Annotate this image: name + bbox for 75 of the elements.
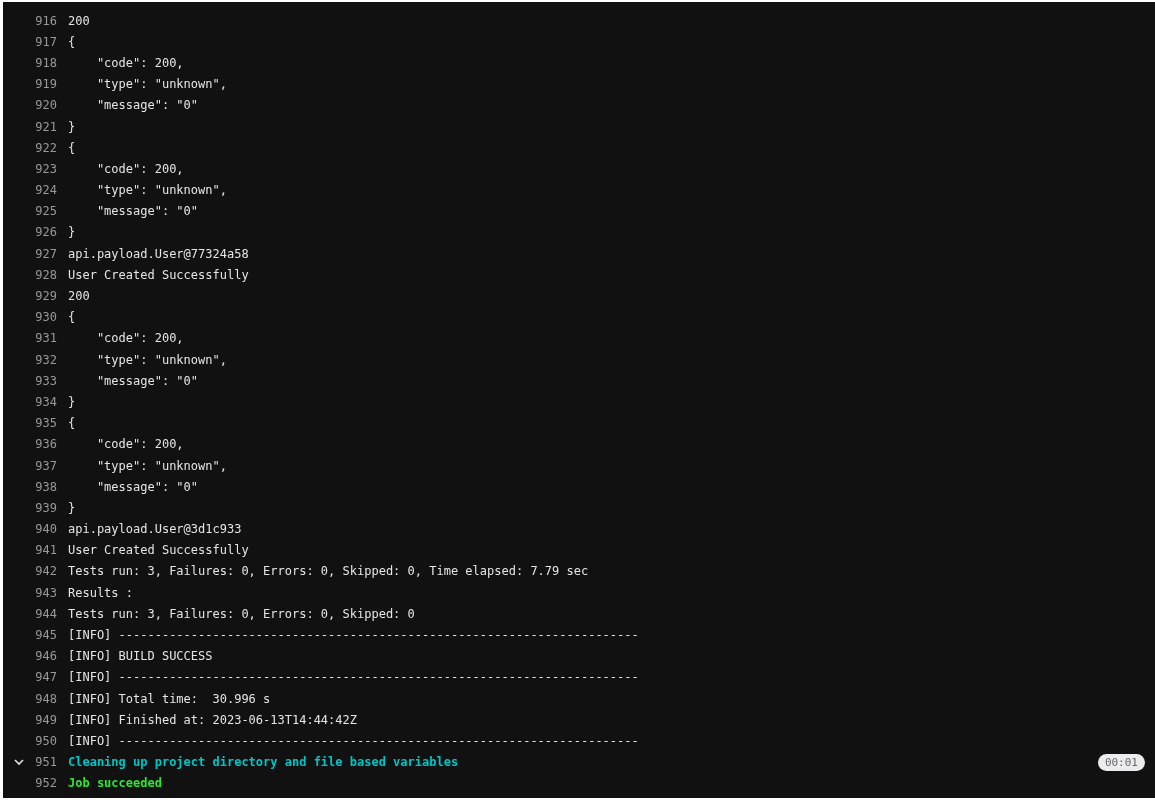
- log-text: Tests run: 3, Failures: 0, Errors: 0, Skipped: 0: [68, 606, 415, 621]
- log-text: "type": "unknown",: [95, 352, 227, 367]
- log-text: }: [68, 394, 76, 409]
- line-number[interactable]: 935: [25, 416, 57, 431]
- line-number[interactable]: 937: [25, 458, 57, 473]
- line-number[interactable]: 943: [25, 585, 57, 600]
- line-number[interactable]: 921: [25, 119, 57, 134]
- log-text: 200: [68, 13, 90, 28]
- log-text: "code": 200,: [95, 331, 184, 346]
- log-text: {: [68, 416, 76, 431]
- log-text: {: [68, 140, 76, 155]
- log-text: [INFO] ------------------------------------------------------------------------: [68, 733, 639, 748]
- log-text: "message": "0": [95, 204, 199, 219]
- log-text: "message": "0": [95, 98, 199, 113]
- line-number[interactable]: 938: [25, 479, 57, 494]
- log-text: [INFO] Total time: 30.996 s: [68, 691, 271, 706]
- log-text: Job succeeded: [68, 776, 162, 791]
- line-number[interactable]: 952: [25, 776, 57, 791]
- line-number[interactable]: 930: [25, 310, 57, 325]
- log-text: User Created Successfully: [68, 267, 249, 282]
- line-number[interactable]: 939: [25, 500, 57, 515]
- line-number[interactable]: 926: [25, 225, 57, 240]
- log-text: [INFO] BUILD SUCCESS: [68, 649, 213, 664]
- log-text: }: [68, 225, 76, 240]
- line-number[interactable]: 936: [25, 437, 57, 452]
- line-number[interactable]: 931: [25, 331, 57, 346]
- line-number[interactable]: 942: [25, 564, 57, 579]
- log-text: }: [68, 500, 76, 515]
- log-text: Cleaning up project directory and file based variables: [68, 755, 459, 770]
- line-number[interactable]: 916: [25, 13, 57, 28]
- line-number[interactable]: 945: [25, 628, 57, 643]
- log-text: api.payload.User@3d1c933: [68, 522, 242, 537]
- line-number[interactable]: 917: [25, 34, 57, 49]
- line-number[interactable]: 950: [25, 733, 57, 748]
- log-text: User Created Successfully: [68, 543, 249, 558]
- log-text: Results :: [68, 585, 134, 600]
- log-text: Tests run: 3, Failures: 0, Errors: 0, Skipped: 0, Time elapsed: 7.79 sec: [68, 564, 589, 579]
- log-text: 200: [68, 289, 90, 304]
- log-text: "type": "unknown",: [95, 458, 227, 473]
- log-text: "message": "0": [95, 479, 199, 494]
- line-number[interactable]: 928: [25, 267, 57, 282]
- line-number[interactable]: 934: [25, 394, 57, 409]
- log-text: "type": "unknown",: [95, 183, 227, 198]
- line-number[interactable]: 951: [25, 755, 57, 770]
- line-number[interactable]: 920: [25, 98, 57, 113]
- line-number[interactable]: 941: [25, 543, 57, 558]
- log-text: "code": 200,: [95, 55, 184, 70]
- line-number[interactable]: 924: [25, 183, 57, 198]
- line-number[interactable]: 922: [25, 140, 57, 155]
- line-number[interactable]: 927: [25, 246, 57, 261]
- line-number[interactable]: 918: [25, 55, 57, 70]
- line-number[interactable]: 925: [25, 204, 57, 219]
- log-text: }: [68, 119, 76, 134]
- line-number[interactable]: 923: [25, 161, 57, 176]
- log-text: [INFO] Finished at: 2023-06-13T14:44:42Z: [68, 712, 357, 727]
- duration-badge: 00:01: [1097, 753, 1145, 771]
- log-text: "code": 200,: [95, 437, 184, 452]
- log-text: [INFO] ------------------------------------------------------------------------: [68, 628, 639, 643]
- line-number[interactable]: 919: [25, 77, 57, 92]
- line-number[interactable]: 946: [25, 649, 57, 664]
- line-number[interactable]: 933: [25, 373, 57, 388]
- log-text: "type": "unknown",: [95, 77, 227, 92]
- log-text: {: [68, 34, 76, 49]
- line-number[interactable]: 947: [25, 670, 57, 685]
- log-text: "message": "0": [95, 373, 199, 388]
- log-text: [INFO] ------------------------------------------------------------------------: [68, 670, 639, 685]
- line-number[interactable]: 948: [25, 691, 57, 706]
- line-number[interactable]: 932: [25, 352, 57, 367]
- line-number[interactable]: 940: [25, 522, 57, 537]
- log-text: "code": 200,: [95, 161, 184, 176]
- line-number[interactable]: 949: [25, 712, 57, 727]
- log-text: {: [68, 310, 76, 325]
- log-text: api.payload.User@77324a58: [68, 246, 249, 261]
- line-number[interactable]: 929: [25, 289, 57, 304]
- line-number[interactable]: 944: [25, 606, 57, 621]
